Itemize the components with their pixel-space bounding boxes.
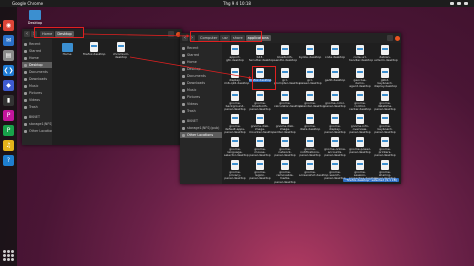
annotation-arrows xyxy=(83,33,252,80)
arrow-file xyxy=(129,56,252,80)
arrow-breadcrumb xyxy=(83,33,190,38)
